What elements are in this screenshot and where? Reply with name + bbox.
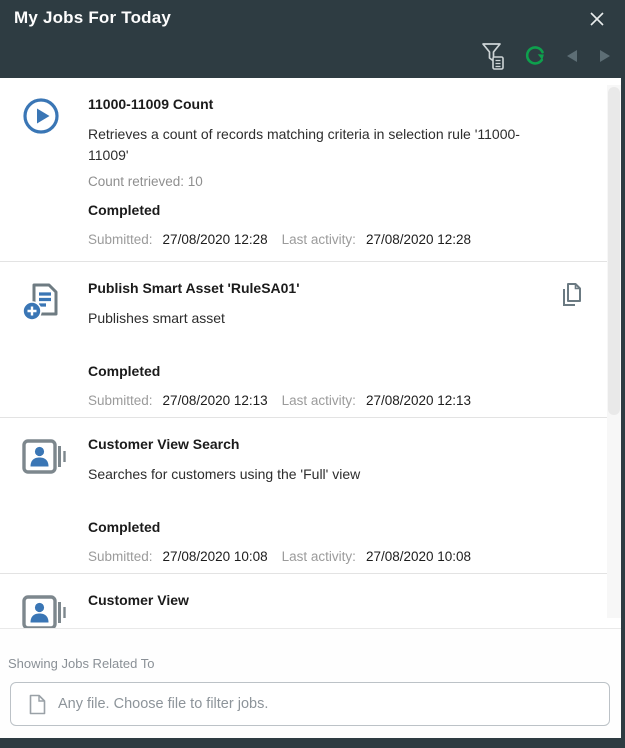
job-title: Customer View Search xyxy=(88,436,587,453)
job-item-count[interactable]: 11000-11009 Count Retrieves a count of r… xyxy=(0,78,621,262)
publish-smart-asset-icon xyxy=(22,280,68,323)
file-filter-input[interactable] xyxy=(58,696,609,712)
refresh-icon xyxy=(523,44,547,68)
filter-jobs-button[interactable] xyxy=(481,42,506,70)
chevron-right-icon xyxy=(597,49,613,63)
job-status: Completed xyxy=(88,202,587,219)
job-item-customer-search[interactable]: Customer View Search Searches for custom… xyxy=(0,418,621,574)
panel-header: My Jobs For Today xyxy=(0,0,625,78)
previous-page-button[interactable] xyxy=(564,49,580,63)
submitted-value: 27/08/2020 10:08 xyxy=(163,549,268,564)
job-result xyxy=(88,337,587,351)
last-activity-value: 27/08/2020 12:28 xyxy=(366,232,471,247)
submitted-value: 27/08/2020 12:13 xyxy=(163,393,268,408)
filter-icon xyxy=(481,42,506,70)
job-meta: Submitted: 27/08/2020 12:13 Last activity:… xyxy=(88,392,587,409)
submitted-value: 27/08/2020 12:28 xyxy=(163,232,268,247)
chevron-left-icon xyxy=(564,49,580,63)
job-title: Publish Smart Asset 'RuleSA01' xyxy=(88,280,587,297)
submitted-label: Submitted: xyxy=(88,232,153,247)
close-button[interactable] xyxy=(587,9,607,29)
customer-view-icon xyxy=(22,592,68,628)
job-result: Count retrieved: 10 xyxy=(88,174,587,190)
refresh-jobs-button[interactable] xyxy=(523,44,547,68)
file-filter-field[interactable] xyxy=(10,682,610,726)
submitted-label: Submitted: xyxy=(88,393,153,408)
panel-title: My Jobs For Today xyxy=(14,8,171,28)
submitted-label: Submitted: xyxy=(88,549,153,564)
next-page-button[interactable] xyxy=(597,49,613,63)
job-meta: Submitted: 27/08/2020 10:08 Last activity:… xyxy=(88,548,587,565)
customer-view-icon xyxy=(22,436,68,477)
job-result xyxy=(88,493,587,507)
copy-job-button[interactable] xyxy=(561,282,583,308)
last-activity-label: Last activity: xyxy=(282,393,356,408)
file-icon xyxy=(29,694,46,715)
last-activity-label: Last activity: xyxy=(282,232,356,247)
job-description: Retrieves a count of records matching cr… xyxy=(88,124,558,166)
window-bottom-bar xyxy=(0,738,625,748)
copy-icon xyxy=(561,282,583,308)
last-activity-label: Last activity: xyxy=(282,549,356,564)
job-title: 11000-11009 Count xyxy=(88,96,587,113)
scrollbar-track[interactable] xyxy=(607,85,621,618)
job-status: Completed xyxy=(88,519,587,536)
scrollbar-thumb[interactable] xyxy=(608,87,620,415)
last-activity-value: 27/08/2020 12:13 xyxy=(366,393,471,408)
play-circle-icon xyxy=(22,96,68,135)
job-description: Publishes smart asset xyxy=(88,308,558,329)
job-item-customer-view[interactable]: Customer View xyxy=(0,574,621,628)
job-list: 11000-11009 Count Retrieves a count of r… xyxy=(0,78,621,628)
close-icon xyxy=(587,9,607,29)
job-description: Searches for customers using the 'Full' … xyxy=(88,464,558,485)
jobs-toolbar xyxy=(481,42,613,70)
window-right-edge xyxy=(621,0,625,748)
last-activity-value: 27/08/2020 10:08 xyxy=(366,549,471,564)
job-title: Customer View xyxy=(88,592,587,609)
job-meta: Submitted: 27/08/2020 12:28 Last activity:… xyxy=(88,231,587,248)
showing-jobs-related-to-label: Showing Jobs Related To xyxy=(8,656,154,671)
job-status: Completed xyxy=(88,363,587,380)
footer: Showing Jobs Related To xyxy=(0,628,621,738)
job-item-publish[interactable]: Publish Smart Asset 'RuleSA01' Publishes… xyxy=(0,262,621,418)
